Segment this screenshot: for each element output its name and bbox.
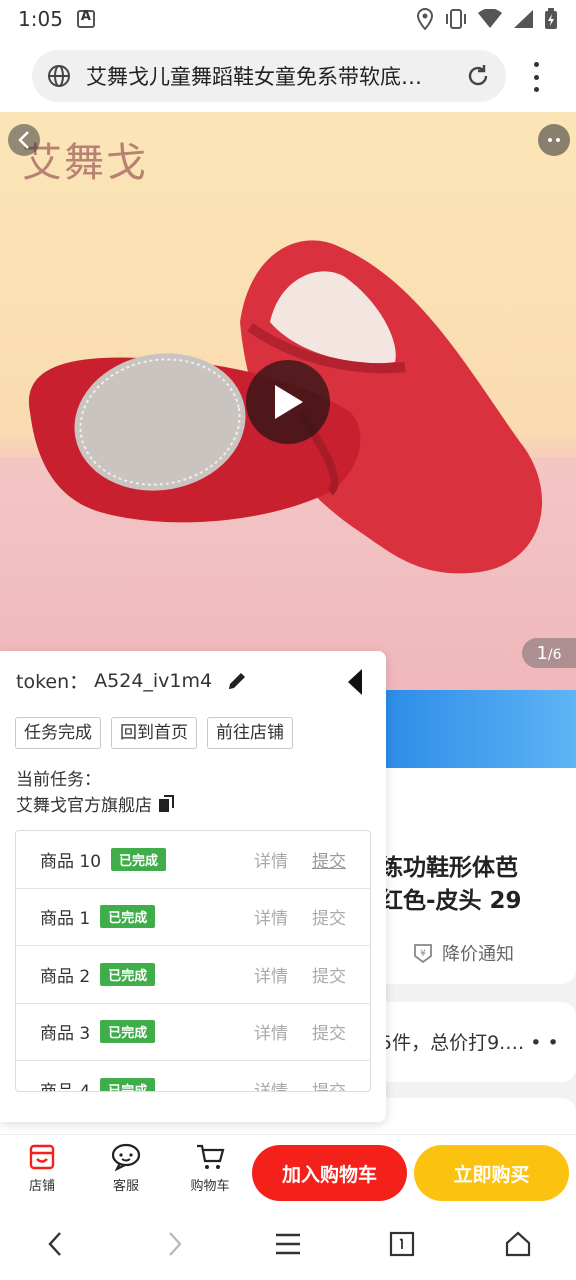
tabs-icon[interactable] — [388, 1230, 416, 1258]
submit-link[interactable]: 提交 — [312, 962, 346, 987]
current-shop-name: 艾舞戈官方旗舰店 — [16, 796, 152, 816]
product-task-list: 商品 10 已完成 详情 提交 商品 1 已完成 详情 提交 商品 2 已完成 … — [15, 830, 371, 1092]
shop-label: 店铺 — [28, 1179, 55, 1194]
current-task-label: 当前任务： — [16, 770, 101, 790]
token-value: A524_iv1m4 — [94, 669, 213, 692]
play-video-button[interactable] — [246, 360, 330, 444]
panel-buttons: 任务完成 回到首页 前往店铺 — [15, 717, 293, 749]
image-counter-current: 1 — [536, 642, 548, 664]
go-shop-button[interactable]: 前往店铺 — [207, 717, 293, 749]
collapse-panel-icon[interactable] — [346, 667, 366, 697]
action-bar: 店铺 客服 购物车 加入购物车 立即购买 — [0, 1134, 576, 1210]
copy-icon[interactable] — [158, 794, 176, 813]
screen: 1:05 艾舞戈儿童舞蹈鞋女童免系带软底… — [0, 0, 576, 1280]
promo-label: 5件，总价打9.… — [380, 1032, 525, 1054]
home-icon[interactable] — [504, 1230, 532, 1258]
reload-icon[interactable] — [464, 62, 492, 90]
add-to-cart-button[interactable]: 加入购物车 — [252, 1145, 407, 1201]
image-counter-total: /6 — [547, 647, 562, 663]
go-home-button[interactable]: 回到首页 — [111, 717, 197, 749]
cart-icon — [197, 1144, 225, 1169]
status-badge: 已完成 — [100, 905, 156, 929]
status-badge: 已完成 — [100, 1020, 156, 1044]
signal-icon — [514, 10, 533, 28]
system-nav-bar — [0, 1210, 576, 1280]
item-name: 商品 2 — [40, 966, 91, 987]
list-item: 商品 3 已完成 详情 提交 — [16, 1004, 370, 1061]
price-tag-icon: ¥ — [414, 944, 432, 964]
status-icons — [416, 8, 558, 30]
status-badge: 已完成 — [111, 847, 167, 871]
service-label: 客服 — [112, 1179, 139, 1194]
globe-icon — [48, 65, 70, 87]
address-bar[interactable]: 艾舞戈儿童舞蹈鞋女童免系带软底… — [32, 50, 506, 102]
more-button[interactable] — [538, 124, 570, 156]
chat-service-icon — [111, 1143, 141, 1171]
detail-link[interactable]: 详情 — [254, 1019, 288, 1044]
list-item: 商品 4 已完成 详情 提交 — [16, 1061, 370, 1092]
promo-banner[interactable] — [380, 690, 576, 768]
shop-icon — [29, 1144, 55, 1170]
item-name: 商品 1 — [40, 909, 91, 930]
item-name: 商品 10 — [40, 851, 102, 872]
shop-button[interactable]: 店铺 — [12, 1143, 72, 1194]
item-name: 商品 4 — [40, 1081, 91, 1092]
item-name: 商品 3 — [40, 1024, 91, 1045]
browser-toolbar: 艾舞戈儿童舞蹈鞋女童免系带软底… — [0, 38, 576, 112]
buy-now-button[interactable]: 立即购买 — [414, 1145, 569, 1201]
detail-link[interactable]: 详情 — [254, 904, 288, 929]
status-time: 1:05 — [18, 7, 63, 31]
product-title: 练功鞋形体芭 红色-皮头 29 — [380, 855, 522, 914]
more-dots-icon: • • — [530, 1032, 559, 1054]
list-item: 商品 1 已完成 详情 提交 — [16, 889, 370, 946]
battery-icon — [545, 8, 557, 29]
detail-link[interactable]: 详情 — [254, 1077, 288, 1091]
token-label: token： — [16, 671, 89, 693]
price-alert-label: 降价通知 — [442, 944, 514, 965]
edit-pencil-icon[interactable] — [226, 670, 248, 692]
product-image[interactable]: 艾舞戈 1/6 — [0, 112, 576, 690]
svg-text:¥: ¥ — [420, 949, 426, 959]
token-row: token： A524_iv1m4 — [16, 667, 248, 694]
status-badge: 已完成 — [100, 1077, 156, 1091]
list-item: 商品 2 已完成 详情 提交 — [16, 946, 370, 1004]
status-badge: 已完成 — [100, 962, 156, 986]
task-done-button[interactable]: 任务完成 — [15, 717, 101, 749]
location-icon — [416, 8, 434, 30]
cart-button[interactable]: 购物车 — [180, 1143, 240, 1194]
play-icon — [275, 385, 303, 419]
status-bar: 1:05 — [0, 0, 576, 38]
wifi-icon — [478, 9, 502, 28]
cart-label: 购物车 — [190, 1179, 230, 1194]
price-alert-button[interactable]: ¥ 降价通知 — [412, 940, 514, 966]
url-title: 艾舞戈儿童舞蹈鞋女童免系带软底… — [86, 65, 422, 89]
submit-link[interactable]: 提交 — [312, 904, 346, 929]
forward-arrow-icon[interactable] — [162, 1230, 186, 1258]
image-counter: 1/6 — [522, 638, 576, 668]
submit-link[interactable]: 提交 — [312, 1019, 346, 1044]
back-button[interactable] — [8, 124, 40, 156]
menu-icon[interactable] — [274, 1230, 302, 1258]
list-item: 商品 10 已完成 详情 提交 — [16, 831, 370, 889]
service-button[interactable]: 客服 — [96, 1143, 156, 1194]
promo-text: 5件，总价打9.… • • — [380, 1028, 576, 1055]
detail-link[interactable]: 详情 — [254, 962, 288, 987]
detail-link[interactable]: 详情 — [254, 847, 288, 872]
chevron-left-icon — [18, 131, 29, 149]
brand-watermark: 艾舞戈 — [22, 140, 148, 186]
submit-link[interactable]: 提交 — [312, 847, 346, 872]
back-arrow-icon[interactable] — [44, 1230, 68, 1258]
task-panel: token： A524_iv1m4 任务完成 回到首页 前往店铺 当前任务： 艾… — [0, 651, 386, 1122]
menu-kebab-icon[interactable] — [526, 62, 546, 92]
vibrate-icon — [446, 9, 466, 29]
app-badge-icon — [76, 9, 95, 28]
submit-link[interactable]: 提交 — [312, 1077, 346, 1091]
current-shop: 艾舞戈官方旗舰店 — [16, 791, 176, 816]
